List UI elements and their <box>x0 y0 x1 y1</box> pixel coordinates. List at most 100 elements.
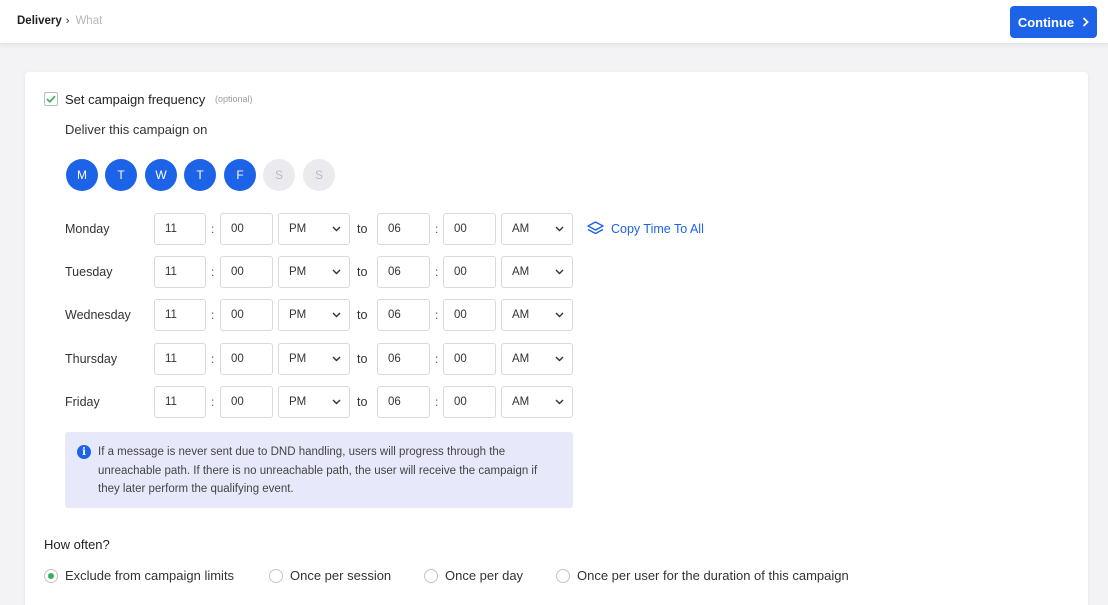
radio-circle <box>556 568 570 583</box>
chevron-down-icon <box>332 269 341 275</box>
day-toggle-saturday[interactable]: S <box>263 159 295 191</box>
from-period-value: PM <box>289 266 307 278</box>
to-label: to <box>357 352 368 366</box>
deliver-label: Deliver this campaign on <box>65 122 208 137</box>
day-toggle-monday[interactable]: M <box>66 159 98 191</box>
to-hour-input[interactable]: 06 <box>377 386 430 418</box>
from-minute-input[interactable]: 00 <box>220 343 273 375</box>
time-colon: : <box>211 395 215 409</box>
frequency-checkbox[interactable] <box>44 92 58 106</box>
row-label-wednesday: Wednesday <box>65 308 131 322</box>
to-minute-input[interactable]: 00 <box>443 256 496 288</box>
checkmark-icon <box>46 95 56 103</box>
from-period-select[interactable]: PM <box>278 256 350 288</box>
radio-label: Once per session <box>290 568 392 583</box>
to-label: to <box>357 265 368 279</box>
chevron-down-icon <box>332 312 341 318</box>
how-often-title: How often? <box>44 537 110 552</box>
breadcrumb-what[interactable]: What <box>75 15 102 27</box>
frequency-label: Set campaign frequency <box>65 92 206 107</box>
to-period-value: AM <box>512 353 530 365</box>
chevron-down-icon <box>332 226 341 232</box>
to-period-select[interactable]: AM <box>501 256 573 288</box>
chevron-right-icon <box>1083 17 1089 27</box>
from-hour-input[interactable]: 11 <box>154 299 206 331</box>
to-period-select[interactable]: AM <box>501 213 573 245</box>
from-minute-input[interactable]: 00 <box>220 256 273 288</box>
continue-label: Continue <box>1017 14 1075 30</box>
radio-once-per-session[interactable]: Once per session <box>269 568 391 583</box>
to-hour-input[interactable]: 06 <box>377 256 430 288</box>
row-label-friday: Friday <box>65 395 100 409</box>
info-icon: i <box>77 445 91 459</box>
breadcrumb-separator: › <box>65 15 70 27</box>
breadcrumb-delivery[interactable]: Delivery <box>17 15 62 27</box>
chevron-down-icon <box>332 399 341 405</box>
time-colon: : <box>435 352 439 366</box>
from-hour-input[interactable]: 11 <box>154 256 206 288</box>
time-colon: : <box>211 265 215 279</box>
frequency-card <box>25 72 1088 605</box>
from-period-select[interactable]: PM <box>278 213 350 245</box>
chevron-down-icon <box>555 399 564 405</box>
radio-circle <box>269 568 283 583</box>
row-label-thursday: Thursday <box>65 352 118 366</box>
chevron-down-icon <box>332 356 341 362</box>
to-period-select[interactable]: AM <box>501 299 573 331</box>
top-header: Delivery › What Continue <box>0 0 1108 44</box>
time-colon: : <box>435 222 439 236</box>
to-period-select[interactable]: AM <box>501 386 573 418</box>
from-period-value: PM <box>289 396 307 408</box>
to-minute-input[interactable]: 00 <box>443 343 496 375</box>
dnd-info-text: If a message is never sent due to DND ha… <box>98 446 538 495</box>
to-period-value: AM <box>512 396 530 408</box>
time-colon: : <box>435 265 439 279</box>
radio-label: Once per day <box>445 568 524 583</box>
to-hour-input[interactable]: 06 <box>377 299 430 331</box>
day-toggle-sunday[interactable]: S <box>303 159 335 191</box>
radio-circle <box>424 568 438 583</box>
radio-selected-dot <box>48 572 54 579</box>
to-period-value: AM <box>512 309 530 321</box>
to-minute-input[interactable]: 00 <box>443 299 496 331</box>
from-minute-input[interactable]: 00 <box>220 213 273 245</box>
from-minute-input[interactable]: 00 <box>220 299 273 331</box>
from-period-select[interactable]: PM <box>278 343 350 375</box>
to-hour-input[interactable]: 06 <box>377 213 430 245</box>
to-minute-input[interactable]: 00 <box>443 213 496 245</box>
continue-button[interactable]: Continue <box>1010 6 1097 38</box>
from-minute-input[interactable]: 00 <box>220 386 273 418</box>
day-toggle-wednesday[interactable]: W <box>145 159 177 191</box>
radio-once-per-user[interactable]: Once per user for the duration of this c… <box>556 568 849 583</box>
copy-time-to-all-link[interactable]: Copy Time To All <box>587 221 704 236</box>
to-minute-input[interactable]: 00 <box>443 386 496 418</box>
from-hour-input[interactable]: 11 <box>154 213 206 245</box>
row-label-tuesday: Tuesday <box>65 265 113 279</box>
day-toggle-thursday[interactable]: T <box>184 159 216 191</box>
optional-tag: (optional) <box>215 94 253 104</box>
breadcrumb: Delivery › What <box>17 15 102 27</box>
from-hour-input[interactable]: 11 <box>154 343 206 375</box>
time-colon: : <box>435 395 439 409</box>
radio-label: Once per user for the duration of this c… <box>577 568 849 583</box>
day-toggle-tuesday[interactable]: T <box>105 159 137 191</box>
radio-exclude-from-limits[interactable]: Exclude from campaign limits <box>44 568 234 583</box>
from-period-select[interactable]: PM <box>278 299 350 331</box>
to-period-value: AM <box>512 266 530 278</box>
from-hour-input[interactable]: 11 <box>154 386 206 418</box>
time-colon: : <box>211 308 215 322</box>
to-period-select[interactable]: AM <box>501 343 573 375</box>
chevron-down-icon <box>555 312 564 318</box>
radio-circle <box>44 568 58 583</box>
time-colon: : <box>211 352 215 366</box>
chevron-down-icon <box>555 226 564 232</box>
chevron-down-icon <box>555 356 564 362</box>
layers-icon <box>587 221 604 235</box>
radio-once-per-day[interactable]: Once per day <box>424 568 523 583</box>
time-colon: : <box>435 308 439 322</box>
day-toggle-friday[interactable]: F <box>224 159 256 191</box>
chevron-down-icon <box>555 269 564 275</box>
to-hour-input[interactable]: 06 <box>377 343 430 375</box>
from-period-value: PM <box>289 353 307 365</box>
from-period-select[interactable]: PM <box>278 386 350 418</box>
